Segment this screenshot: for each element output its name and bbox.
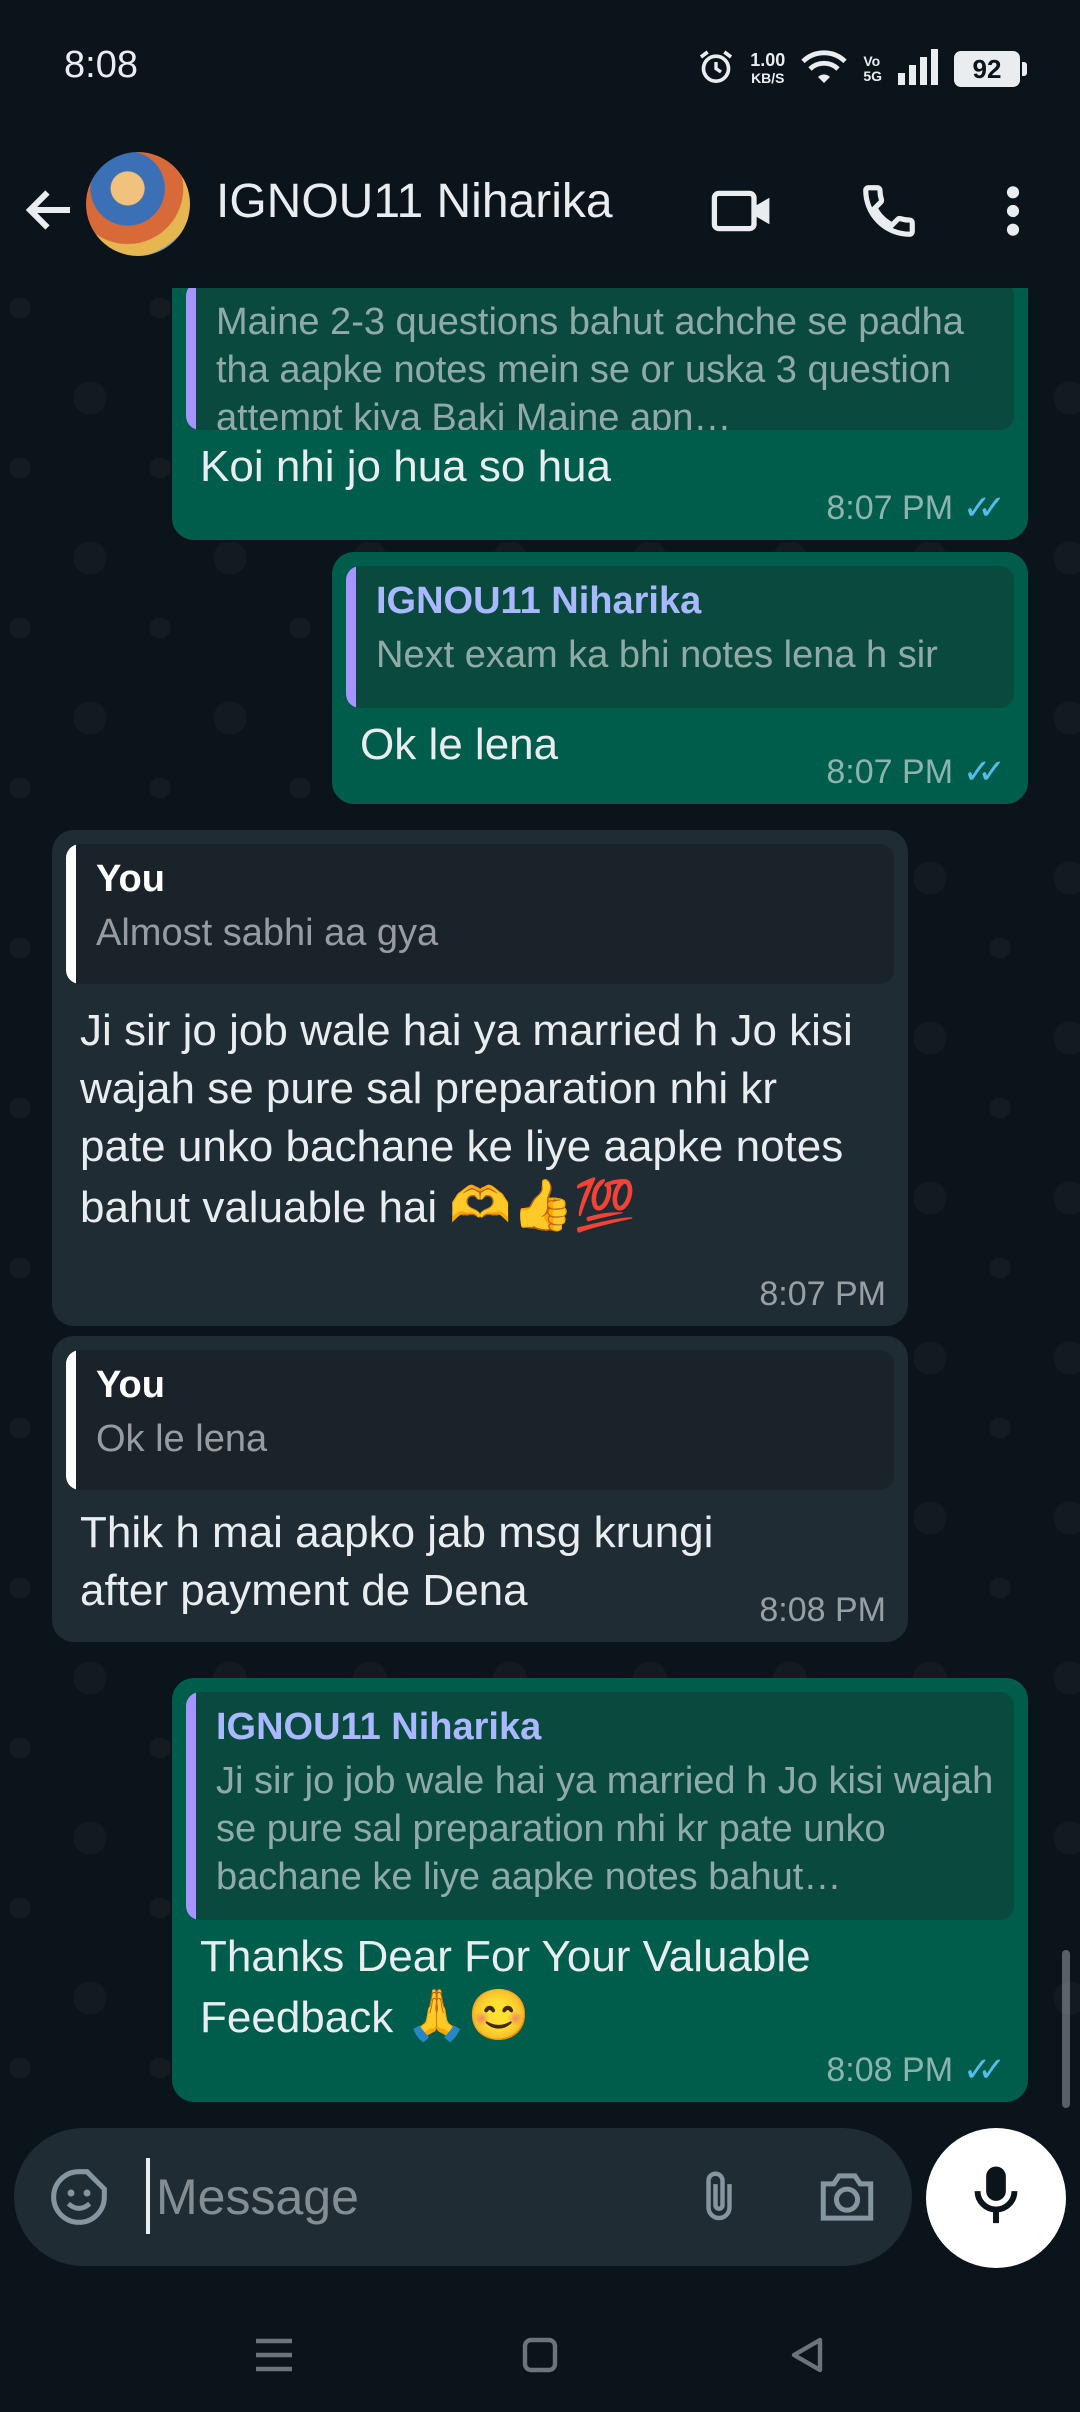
message-time: 8:08 PM bbox=[759, 1591, 886, 1629]
read-ticks-icon: ✓✓ bbox=[963, 2051, 1006, 2089]
signal-icon bbox=[896, 47, 940, 92]
contact-name[interactable]: IGNOU11 Niharika bbox=[216, 174, 613, 229]
quoted-message[interactable]: You Almost sabhi aa gya bbox=[66, 844, 894, 984]
quote-text: Ok le lena bbox=[96, 1418, 268, 1460]
mic-button[interactable] bbox=[926, 2128, 1066, 2268]
wifi-icon bbox=[799, 47, 849, 92]
message-composer bbox=[14, 2128, 912, 2266]
back-nav-icon[interactable] bbox=[768, 2320, 848, 2390]
video-call-icon[interactable] bbox=[706, 174, 780, 248]
quote-author: You bbox=[96, 858, 165, 900]
quoted-message[interactable]: IGNOU11 Niharika Next exam ka bhi notes … bbox=[346, 566, 1014, 708]
message-meta: 8:07 PM bbox=[759, 1275, 886, 1314]
message-meta: 8:07 PM ✓✓ bbox=[826, 752, 1006, 792]
message-time: 8:08 PM bbox=[826, 2050, 954, 2089]
alarm-icon bbox=[696, 47, 736, 92]
message-bubble[interactable]: You Ok le lena Thik h mai aapko jab msg … bbox=[52, 1336, 908, 1642]
camera-icon[interactable] bbox=[812, 2162, 882, 2232]
message-bubble[interactable]: IGNOU11 Niharika Ji sir jo job wale hai … bbox=[172, 1678, 1028, 2102]
message-bubble[interactable]: You Almost sabhi aa gya Ji sir jo job wa… bbox=[52, 830, 908, 1326]
status-icons: 1.00 KB/S Vo 5G 92 bbox=[696, 44, 1027, 94]
more-vert-icon[interactable] bbox=[976, 174, 1050, 248]
chat-scrollbar[interactable] bbox=[1062, 1950, 1070, 2108]
text-caret bbox=[146, 2158, 150, 2234]
message-emojis: 🫶👍💯 bbox=[449, 1177, 637, 1233]
volte-indicator: Vo 5G bbox=[863, 53, 882, 84]
message-time: 8:07 PM bbox=[826, 752, 954, 791]
avatar[interactable] bbox=[86, 152, 190, 256]
message-meta: 8:07 PM ✓✓ bbox=[826, 488, 1006, 528]
net-speed: 1.00 KB/S bbox=[750, 50, 786, 86]
message-text: Ji sir jo job wale hai ya married h Jo k… bbox=[80, 1006, 853, 1233]
quoted-message[interactable]: Maine 2-3 questions bahut achche se padh… bbox=[186, 288, 1014, 430]
back-arrow-icon[interactable] bbox=[20, 180, 80, 240]
quoted-message[interactable]: IGNOU11 Niharika Ji sir jo job wale hai … bbox=[186, 1692, 1014, 1920]
chat-area[interactable]: Maine 2-3 questions bahut achche se padh… bbox=[0, 288, 1080, 2118]
quote-author: You bbox=[96, 1364, 165, 1406]
mic-icon bbox=[971, 2164, 1021, 2233]
quote-text: Ji sir jo job wale hai ya married h Jo k… bbox=[216, 1760, 994, 1898]
message-meta: 8:08 PM ✓✓ bbox=[826, 2050, 1006, 2090]
message-text: Koi nhi jo hua so hua bbox=[200, 442, 611, 491]
message-input[interactable] bbox=[156, 2164, 676, 2230]
chat-header: IGNOU11 Niharika bbox=[0, 140, 1080, 288]
status-bar: 8:08 1.00 KB/S Vo 5G 92 bbox=[0, 0, 1080, 140]
system-nav-bar bbox=[0, 2290, 1080, 2412]
read-ticks-icon: ✓✓ bbox=[963, 753, 1006, 791]
message-text: Thanks Dear For Your Valuable Feedback 🙏… bbox=[200, 1932, 811, 2043]
message-time: 8:07 PM bbox=[826, 488, 954, 527]
quote-text: Maine 2-3 questions bahut achche se padh… bbox=[216, 301, 964, 430]
menu-nav-icon[interactable] bbox=[234, 2320, 314, 2390]
phone-icon[interactable] bbox=[852, 174, 926, 248]
message-bubble[interactable]: IGNOU11 Niharika Next exam ka bhi notes … bbox=[332, 552, 1028, 804]
message-emojis: 🙏😊 bbox=[405, 1987, 530, 2043]
quote-text: Next exam ka bhi notes lena h sir bbox=[376, 634, 938, 676]
sticker-icon[interactable] bbox=[44, 2162, 114, 2232]
message-meta: 8:08 PM bbox=[759, 1591, 886, 1630]
read-ticks-icon: ✓✓ bbox=[963, 489, 1006, 527]
message-bubble[interactable]: Maine 2-3 questions bahut achche se padh… bbox=[172, 288, 1028, 540]
status-time: 8:08 bbox=[64, 44, 138, 86]
attach-icon[interactable] bbox=[684, 2162, 754, 2232]
quoted-message[interactable]: You Ok le lena bbox=[66, 1350, 894, 1490]
quote-text: Almost sabhi aa gya bbox=[96, 912, 439, 954]
quote-author: IGNOU11 Niharika bbox=[376, 580, 702, 622]
quote-author: IGNOU11 Niharika bbox=[216, 1706, 542, 1748]
home-nav-icon[interactable] bbox=[500, 2320, 580, 2390]
battery-indicator: 92 bbox=[954, 51, 1027, 87]
message-time: 8:07 PM bbox=[759, 1275, 886, 1313]
